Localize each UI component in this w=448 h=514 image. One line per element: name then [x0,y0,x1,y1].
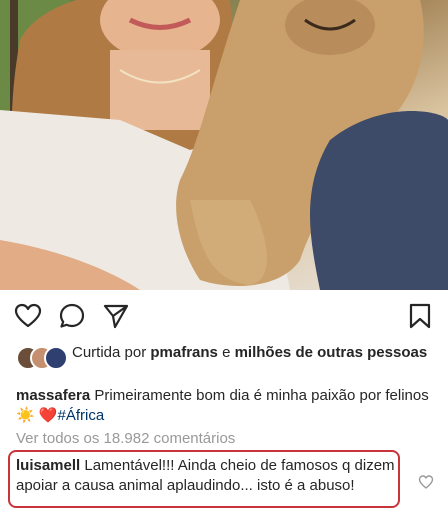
likes-connector: e [217,344,235,361]
caption-text: Primeiramente bom dia é minha paixão por… [90,387,429,404]
post-caption: massafera Primeiramente bom dia é minha … [16,386,436,426]
caption-hashtag[interactable]: #África [58,407,105,424]
red-heart-emoji-icon: ❤️ [38,407,58,424]
bookmark-icon[interactable] [406,302,434,330]
likes-prefix: Curtida por [72,344,151,361]
caption-username[interactable]: massafera [16,387,90,404]
paper-plane-icon[interactable] [102,302,130,330]
avatar[interactable] [44,346,68,370]
comment-bubble-icon[interactable] [58,302,86,330]
likes-others-link[interactable]: milhões de outras pessoas [235,344,428,361]
heart-outline-icon[interactable] [14,302,42,330]
liker-avatars [16,346,72,370]
comment-like-heart-icon[interactable] [418,474,434,490]
liker-username[interactable]: pmafrans [150,344,218,361]
sun-emoji-icon: ☀️ [16,407,35,424]
photo-illustration [0,0,448,290]
likes-summary: Curtida por pmafrans e milhões de outras… [72,344,427,362]
action-bar [0,290,448,340]
post-photo[interactable] [0,0,448,290]
comment-item: luisamell Lamentável!!! Ainda cheio de f… [16,456,396,496]
view-all-comments-link[interactable]: Ver todos os 18.982 comentários [16,430,235,447]
likes-row: Curtida por pmafrans e milhões de outras… [16,344,436,378]
comment-username[interactable]: luisamell [16,457,80,474]
